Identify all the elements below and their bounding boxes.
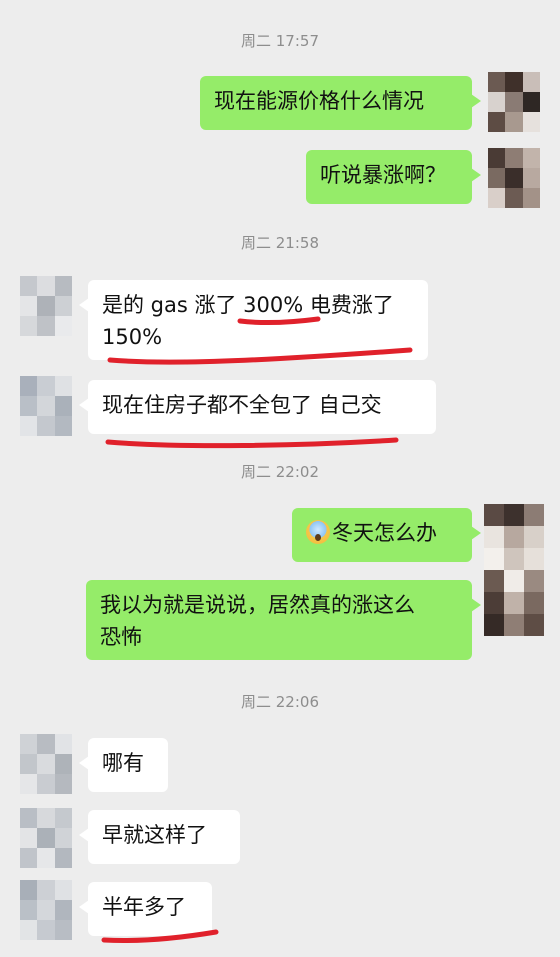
avatar-contact[interactable] (20, 734, 72, 794)
message-text: 听说暴涨啊？ (320, 163, 446, 187)
timestamp: 周二 21:58 (241, 234, 319, 252)
timestamp: 周二 17:57 (241, 32, 319, 50)
message-bubble-sent[interactable]: 听说暴涨啊？ (306, 150, 481, 204)
message-text: 现在住房子都不全包了 自己交 (102, 393, 382, 417)
underline-mark (105, 437, 399, 449)
avatar-contact[interactable] (20, 376, 72, 436)
message-text-line: 恐怖 (100, 625, 142, 649)
message-text: 哪有 (102, 751, 144, 775)
avatar-contact[interactable] (20, 808, 72, 868)
avatar-contact[interactable] (20, 880, 72, 940)
avatar-contact[interactable] (20, 276, 72, 336)
screaming-face-emoji-icon (306, 520, 330, 544)
message-text-line: 我以为就是说说，居然真的涨这么 (100, 593, 415, 617)
timestamp: 周二 22:06 (241, 693, 319, 711)
timestamp: 周二 22:02 (241, 463, 319, 481)
message-bubble-received[interactable]: 现在住房子都不全包了 自己交 (79, 380, 436, 434)
message-bubble-sent[interactable]: 冬天怎么办 (292, 508, 481, 562)
message-text: 半年多了 (102, 895, 186, 919)
avatar-self[interactable] (488, 72, 540, 132)
message-bubble-sent[interactable]: 我以为就是说说，居然真的涨这么 恐怖 (86, 580, 481, 660)
message-text-line: 150% (102, 325, 163, 349)
message-bubble-sent[interactable]: 现在能源价格什么情况 (200, 76, 481, 130)
message-bubble-received[interactable]: 是的 gas 涨了 300% 电费涨了 150% (79, 280, 428, 360)
message-bubble-received[interactable]: 半年多了 (79, 882, 212, 936)
message-text-line: 是的 gas 涨了 300% 电费涨了 (102, 293, 394, 317)
message-bubble-received[interactable]: 哪有 (79, 738, 168, 792)
avatar-self[interactable] (488, 148, 540, 208)
message-text: 早就这样了 (102, 823, 207, 847)
avatar-self[interactable] (484, 504, 544, 636)
message-bubble-received[interactable]: 早就这样了 (79, 810, 240, 864)
message-text: 现在能源价格什么情况 (214, 89, 424, 113)
message-text: 冬天怎么办 (332, 521, 437, 545)
